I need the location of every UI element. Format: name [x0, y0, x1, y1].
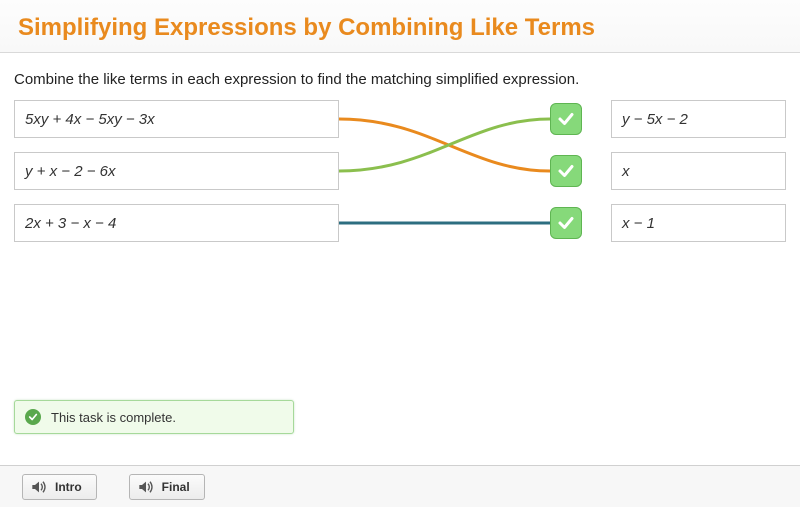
answer-expression-1[interactable]: x [611, 152, 786, 190]
speaker-icon [138, 480, 154, 494]
instruction-text: Combine the like terms in each expressio… [0, 53, 800, 100]
speaker-icon [31, 480, 47, 494]
status-text: This task is complete. [51, 410, 176, 425]
source-column: 5xy + 4x − 5xy − 3x y + x − 2 − 6x 2x + … [14, 100, 339, 256]
answer-expression-0[interactable]: y − 5x − 2 [611, 100, 786, 138]
check-column [550, 100, 590, 259]
answer-column: y − 5x − 2 x x − 1 [611, 100, 786, 256]
footer-bar: Intro Final [0, 465, 800, 507]
source-expression-2[interactable]: 2x + 3 − x − 4 [14, 204, 339, 242]
page-title: Simplifying Expressions by Combining Lik… [0, 0, 800, 53]
status-banner: This task is complete. [14, 400, 294, 434]
check-icon [557, 162, 575, 180]
matching-area: 5xy + 4x − 5xy − 3x y + x − 2 − 6x 2x + … [0, 100, 800, 320]
intro-button[interactable]: Intro [22, 474, 97, 500]
final-button[interactable]: Final [129, 474, 205, 500]
status-check-icon [25, 409, 41, 425]
answer-expression-2[interactable]: x − 1 [611, 204, 786, 242]
final-button-label: Final [162, 480, 190, 494]
check-mark-0 [550, 103, 582, 135]
intro-button-label: Intro [55, 480, 82, 494]
check-icon [557, 214, 575, 232]
check-icon [557, 110, 575, 128]
check-mark-2 [550, 207, 582, 239]
check-mark-1 [550, 155, 582, 187]
source-expression-0[interactable]: 5xy + 4x − 5xy − 3x [14, 100, 339, 138]
source-expression-1[interactable]: y + x − 2 − 6x [14, 152, 339, 190]
